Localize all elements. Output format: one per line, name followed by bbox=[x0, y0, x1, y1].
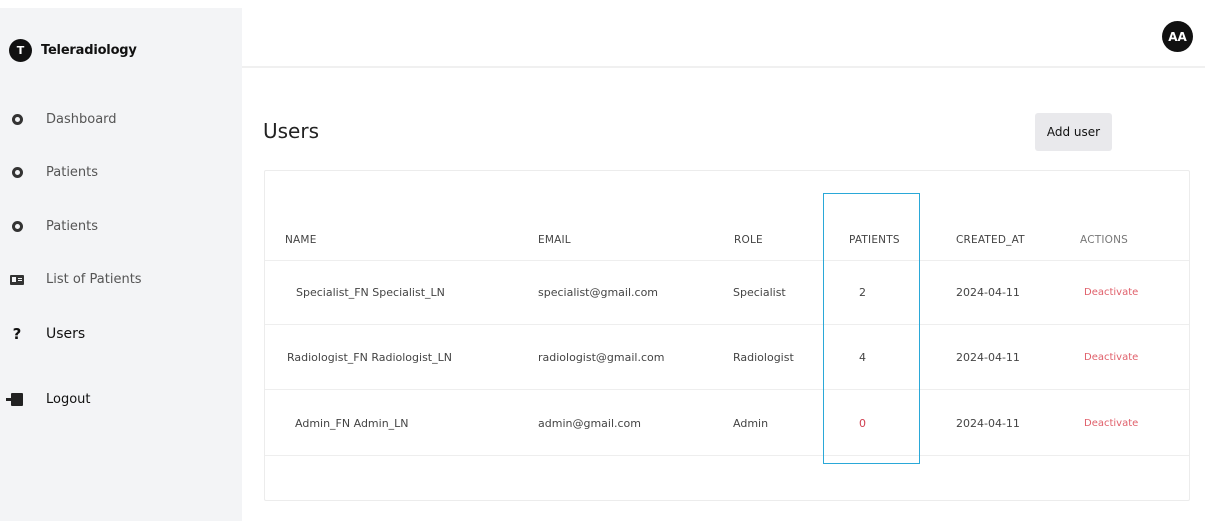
sidebar-item-label: Users bbox=[46, 326, 86, 342]
sidebar-item-patients[interactable]: Patients bbox=[10, 165, 98, 180]
cell-role: Admin bbox=[733, 417, 769, 430]
sidebar-item-patients-2[interactable]: Patients bbox=[10, 219, 98, 234]
cell-role: Specialist bbox=[733, 286, 786, 299]
page-title: Users bbox=[263, 119, 320, 143]
sidebar-item-label: Logout bbox=[46, 392, 91, 407]
patients-icon bbox=[10, 220, 24, 234]
column-header-name[interactable]: NAME bbox=[285, 234, 317, 246]
cell-email: admin@gmail.com bbox=[538, 417, 642, 430]
row-divider bbox=[265, 389, 1189, 390]
sidebar-item-users[interactable]: ? Users bbox=[10, 325, 86, 343]
cell-email: radiologist@gmail.com bbox=[538, 351, 665, 364]
question-icon: ? bbox=[12, 325, 22, 343]
users-table: NAME EMAIL ROLE PATIENTS CREATED_AT ACTI… bbox=[264, 170, 1190, 501]
sidebar-item-dashboard[interactable]: Dashboard bbox=[10, 112, 117, 127]
sidebar-item-label: Patients bbox=[46, 165, 99, 180]
sidebar-item-label: Patients bbox=[46, 219, 99, 234]
cell-created-at: 2024-04-11 bbox=[956, 417, 1020, 430]
dashboard-icon bbox=[10, 113, 24, 127]
row-divider bbox=[265, 324, 1189, 325]
add-user-button[interactable]: Add user bbox=[1035, 113, 1112, 151]
brand-name: Teleradiology bbox=[41, 43, 137, 58]
sidebar-item-label: List of Patients bbox=[46, 272, 142, 287]
column-header-created-at[interactable]: CREATED_AT bbox=[956, 234, 1025, 246]
cell-name: Radiologist_FN Radiologist_LN bbox=[287, 351, 452, 364]
sidebar-item-list-of-patients[interactable]: List of Patients bbox=[10, 272, 142, 287]
column-header-role[interactable]: ROLE bbox=[734, 234, 763, 246]
cell-created-at: 2024-04-11 bbox=[956, 351, 1020, 364]
deactivate-link[interactable]: Deactivate bbox=[1084, 418, 1138, 429]
id-card-icon bbox=[10, 273, 24, 287]
sidebar-item-logout[interactable]: Logout bbox=[6, 392, 91, 407]
sidebar: T Teleradiology Dashboard Patients Patie… bbox=[0, 8, 242, 521]
cell-name: Admin_FN Admin_LN bbox=[295, 417, 409, 430]
cell-created-at: 2024-04-11 bbox=[956, 286, 1020, 299]
column-header-actions: ACTIONS bbox=[1080, 234, 1129, 246]
patients-column-highlight bbox=[823, 193, 920, 464]
cell-name: Specialist_FN Specialist_LN bbox=[296, 286, 445, 299]
top-bar: AA bbox=[242, 8, 1205, 68]
cell-email: specialist@gmail.com bbox=[538, 286, 659, 299]
column-header-email[interactable]: EMAIL bbox=[538, 234, 571, 246]
user-avatar[interactable]: AA bbox=[1162, 21, 1193, 52]
row-divider bbox=[265, 260, 1189, 261]
deactivate-link[interactable]: Deactivate bbox=[1084, 352, 1138, 363]
brand-logo: T bbox=[9, 39, 32, 62]
sidebar-item-label: Dashboard bbox=[46, 112, 117, 127]
cell-role: Radiologist bbox=[733, 351, 794, 364]
row-divider bbox=[265, 455, 1189, 456]
patients-icon bbox=[10, 166, 24, 180]
brand[interactable]: T Teleradiology bbox=[9, 39, 137, 62]
deactivate-link[interactable]: Deactivate bbox=[1084, 287, 1138, 298]
logout-icon bbox=[6, 393, 24, 407]
